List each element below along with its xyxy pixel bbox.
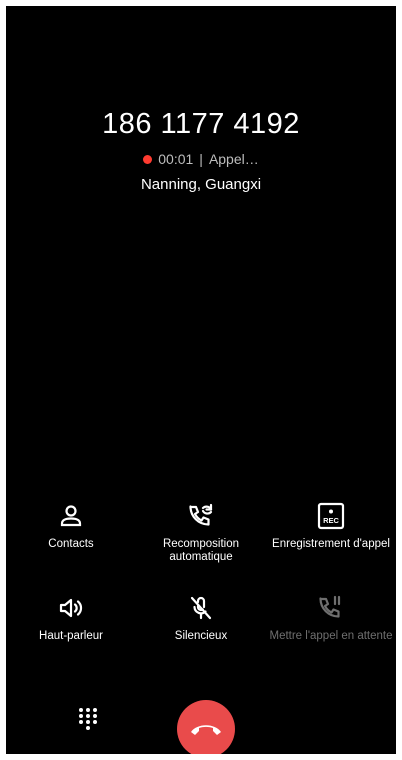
phone-hold-icon [319, 595, 341, 618]
hold-call-button[interactable]: Mettre l'appel en attente [266, 594, 396, 643]
rec-icon: REC [317, 502, 345, 530]
phone-number: 186 1177 4192 [102, 108, 300, 140]
recording-dot-icon [143, 154, 153, 164]
call-screen: 186 1177 4192 00:01 | Appel… Nanning, Gu… [6, 6, 396, 754]
mute-label: Silencieux [174, 630, 228, 642]
dialpad-button[interactable] [76, 706, 100, 734]
auto-redial-label: Recomposition automatique [162, 538, 240, 563]
call-actions-row-2: Haut-parleur Silencieux Mettre l'appel e… [6, 594, 396, 643]
speaker-label: Haut-parleur [39, 630, 103, 642]
call-status: 00:01 | Appel… [6, 151, 396, 167]
phone-redial-icon [189, 503, 213, 526]
call-recording-button[interactable]: REC Enregistrement d'appel [266, 502, 396, 564]
call-recording-label: Enregistrement d'appel [272, 538, 390, 550]
speaker-button[interactable]: Haut-parleur [6, 594, 136, 643]
call-header: 186 1177 4192 00:01 | Appel… Nanning, Gu… [6, 108, 396, 193]
contacts-label: Contacts [48, 538, 94, 550]
end-call-button[interactable] [177, 700, 235, 754]
person-icon [60, 505, 82, 527]
rec-badge-text: REC [323, 516, 339, 525]
dialpad-icon [79, 708, 97, 730]
call-timer: 00:01 [158, 151, 194, 167]
status-separator: | [199, 151, 203, 167]
caller-location: Nanning, Guangxi [140, 176, 262, 193]
mic-off-icon [190, 596, 212, 620]
auto-redial-button[interactable]: Recomposition automatique [136, 502, 266, 564]
call-state: Appel… [208, 151, 259, 167]
bottom-bar [6, 700, 396, 754]
mute-button[interactable]: Silencieux [136, 594, 266, 643]
hang-up-icon [191, 725, 221, 735]
speaker-icon [59, 598, 83, 618]
call-actions-row-1: Contacts Recomposition automatique REC E… [6, 502, 396, 564]
contacts-button[interactable]: Contacts [6, 502, 136, 564]
hold-call-label: Mettre l'appel en attente [269, 630, 393, 642]
